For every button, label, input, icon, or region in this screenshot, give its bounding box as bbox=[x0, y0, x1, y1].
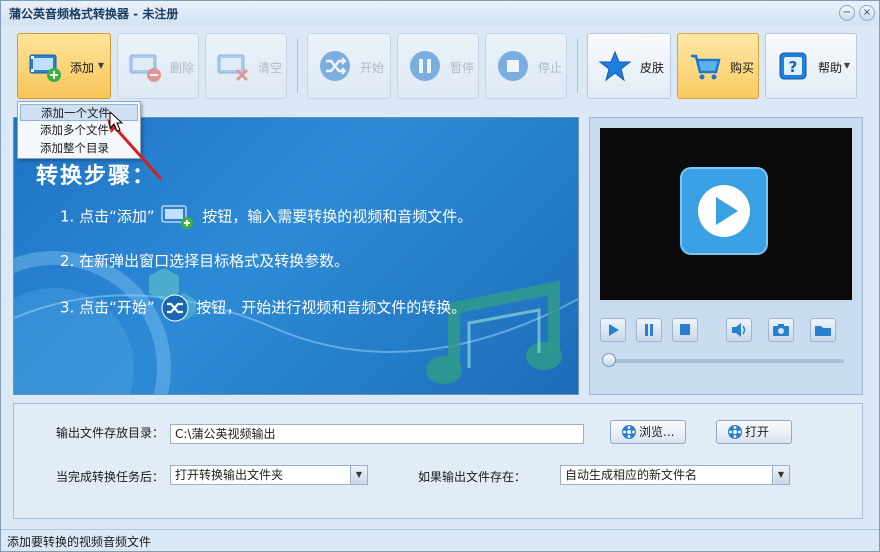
video-preview-panel bbox=[589, 117, 863, 395]
stop-button[interactable]: 停止 bbox=[485, 33, 567, 99]
shopping-cart-icon bbox=[691, 54, 721, 80]
stop-button-label: 停止 bbox=[538, 61, 563, 75]
svg-text:?: ? bbox=[789, 58, 798, 76]
stop-icon bbox=[680, 324, 690, 335]
delete-button-label: 删除 bbox=[170, 61, 195, 75]
output-dir-field[interactable]: C:\蒲公英视频输出 bbox=[170, 424, 584, 444]
start-button-label: 开始 bbox=[360, 61, 385, 75]
close-button[interactable]: × bbox=[859, 5, 875, 21]
film-reel-icon bbox=[622, 425, 636, 439]
guide-step-3-suffix: 按钮，开始进行视频和音频文件的转换。 bbox=[196, 298, 467, 317]
file-exists-value: 自动生成相应的新文件名 bbox=[565, 468, 698, 482]
player-stop-button[interactable] bbox=[672, 318, 698, 342]
chevron-down-icon: ▼ bbox=[350, 466, 367, 484]
chevron-down-icon: ▼ bbox=[772, 466, 789, 484]
clear-button-label: 清空 bbox=[258, 61, 283, 75]
guide-step-2: 2. 在新弹出窗口选择目标格式及转换参数。 bbox=[60, 252, 350, 270]
file-exists-label: 如果输出文件存在： bbox=[418, 470, 527, 484]
output-settings-panel: 输出文件存放目录： C:\蒲公英视频输出 浏览... 打开 当完成转换任务后： … bbox=[13, 403, 863, 519]
guide-step-1: 1. 点击“添加” 按钮，输入需要转换的视频和音频文件。 bbox=[60, 204, 472, 230]
open-button[interactable]: 打开 bbox=[716, 420, 792, 444]
pause-button[interactable]: 暂停 bbox=[397, 33, 479, 99]
open-button-label: 打开 bbox=[745, 425, 770, 439]
playback-progress-track[interactable] bbox=[606, 359, 844, 363]
film-reel-icon bbox=[728, 425, 742, 439]
play-video-icon bbox=[680, 167, 768, 255]
after-task-select[interactable]: 打开转换输出文件夹 ▼ bbox=[170, 465, 368, 485]
delete-button[interactable]: 删除 bbox=[117, 33, 199, 99]
after-task-value: 打开转换输出文件夹 bbox=[175, 468, 284, 482]
window-title: 蒲公英音频格式转换器 - 未注册 bbox=[9, 7, 179, 21]
guide-step-3: 3. 点击“开始” 按钮，开始进行视频和音频文件的转换。 bbox=[60, 294, 466, 322]
status-text: 添加要转换的视频音频文件 bbox=[7, 535, 152, 549]
player-play-button[interactable] bbox=[600, 318, 626, 342]
file-exists-select[interactable]: 自动生成相应的新文件名 ▼ bbox=[560, 465, 790, 485]
player-volume-button[interactable] bbox=[726, 318, 752, 342]
help-button-label: 帮助 bbox=[818, 61, 843, 75]
add-button[interactable]: 添加 ▼ bbox=[17, 33, 111, 99]
guide-step-1-suffix: 按钮，输入需要转换的视频和音频文件。 bbox=[202, 207, 473, 226]
mouse-cursor-icon bbox=[109, 111, 124, 132]
pause-icon bbox=[645, 324, 653, 336]
clear-button[interactable]: 清空 bbox=[205, 33, 287, 99]
clear-video-icon bbox=[217, 54, 249, 82]
buy-button[interactable]: 购买 bbox=[677, 33, 759, 99]
guide-step-3-prefix: 3. 点击“开始” bbox=[60, 298, 155, 317]
pause-icon bbox=[410, 51, 440, 81]
chevron-down-icon: ▼ bbox=[843, 61, 850, 70]
guide-step-1-prefix: 1. 点击“添加” bbox=[60, 207, 155, 226]
chevron-down-icon: ▼ bbox=[97, 61, 104, 70]
shuffle-icon bbox=[320, 51, 350, 81]
app-window: 蒲公英音频格式转换器 - 未注册 − × 添加 ▼ 删除 清空 开始 暂停 停止… bbox=[0, 0, 880, 552]
pause-button-label: 暂停 bbox=[450, 61, 475, 75]
toolbar-separator bbox=[577, 39, 578, 93]
volume-icon bbox=[732, 323, 746, 337]
skin-button-label: 皮肤 bbox=[640, 61, 665, 75]
toolbar: 添加 ▼ 删除 清空 开始 暂停 停止 皮肤 购买 ? 帮助 ▼ bbox=[1, 25, 879, 105]
folder-icon bbox=[815, 326, 831, 336]
output-dir-label: 输出文件存放目录： bbox=[56, 426, 165, 440]
shuffle-icon bbox=[161, 294, 189, 322]
skin-button[interactable]: 皮肤 bbox=[587, 33, 671, 99]
play-icon bbox=[609, 324, 619, 336]
playback-progress-knob[interactable] bbox=[602, 353, 616, 367]
add-button-label: 添加 bbox=[70, 61, 95, 75]
add-video-icon bbox=[161, 205, 194, 229]
title-bar: 蒲公英音频格式转换器 - 未注册 − × bbox=[1, 1, 879, 25]
after-task-label: 当完成转换任务后： bbox=[56, 470, 165, 484]
minimize-button[interactable]: − bbox=[839, 5, 855, 21]
camera-icon bbox=[773, 324, 789, 336]
help-icon: ? bbox=[779, 52, 807, 80]
star-icon bbox=[598, 50, 632, 82]
stop-icon bbox=[498, 51, 528, 81]
help-button[interactable]: ? 帮助 ▼ bbox=[765, 33, 857, 99]
delete-video-icon bbox=[129, 54, 161, 82]
status-bar: 添加要转换的视频音频文件 bbox=[1, 529, 879, 551]
buy-button-label: 购买 bbox=[730, 61, 755, 75]
browse-button-label: 浏览... bbox=[639, 425, 675, 439]
browse-button[interactable]: 浏览... bbox=[610, 420, 686, 444]
video-screen bbox=[600, 128, 852, 300]
player-pause-button[interactable] bbox=[636, 318, 662, 342]
player-snapshot-button[interactable] bbox=[768, 318, 794, 342]
player-folder-button[interactable] bbox=[810, 318, 836, 342]
start-button[interactable]: 开始 bbox=[307, 33, 391, 99]
toolbar-separator bbox=[297, 39, 298, 93]
add-video-icon bbox=[29, 54, 61, 82]
